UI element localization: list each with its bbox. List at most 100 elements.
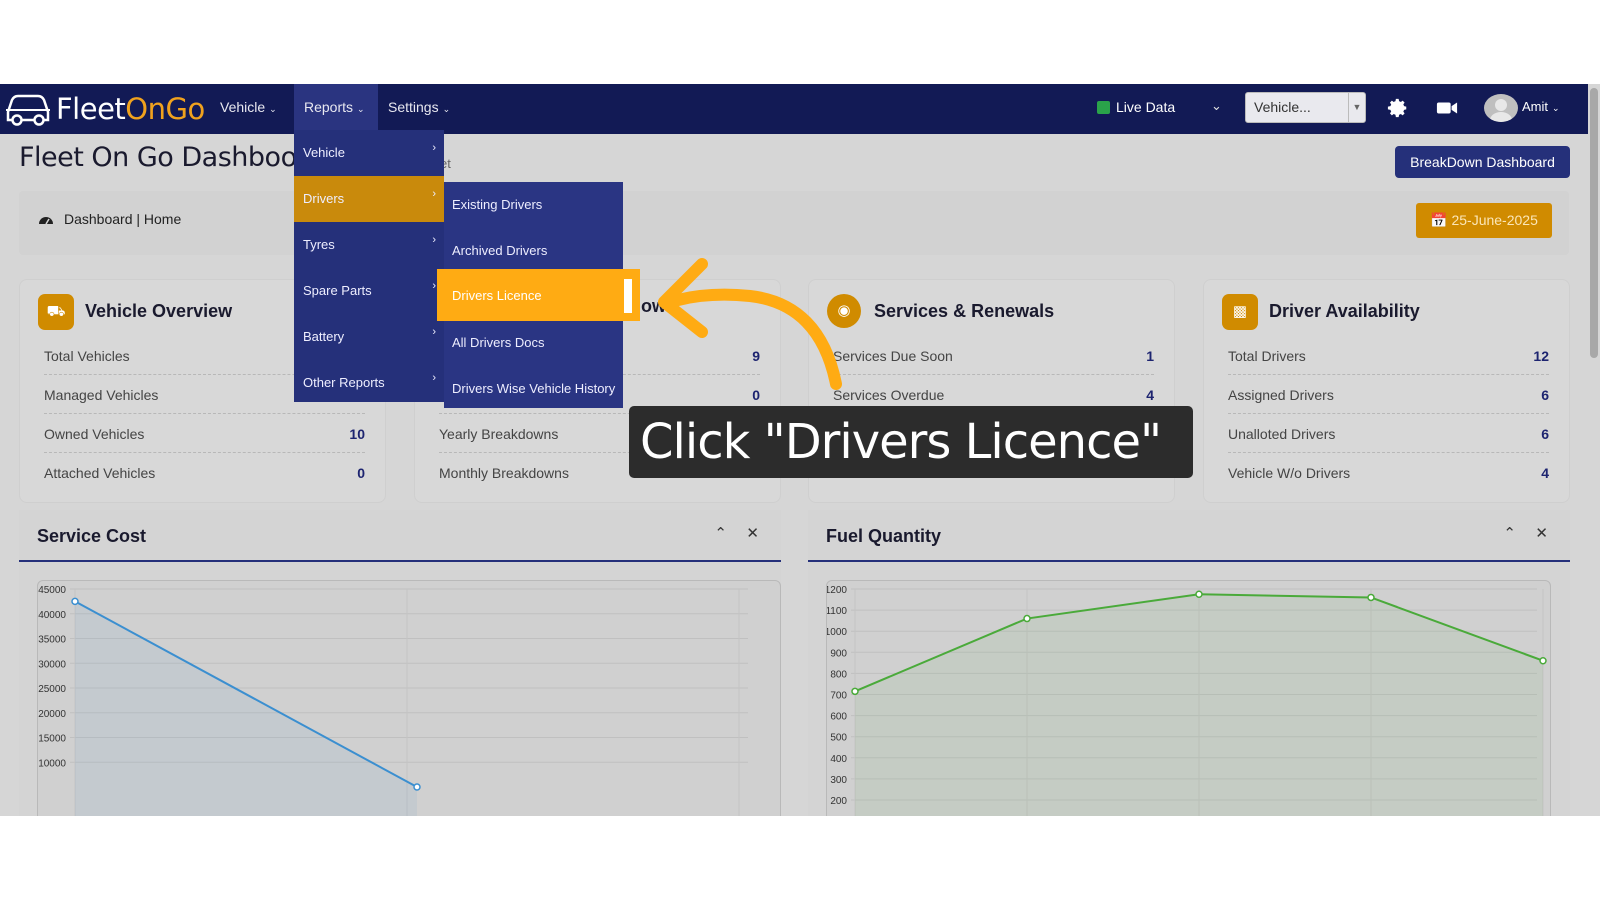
y-tick-label: 300	[830, 775, 847, 786]
chevron-right-icon: ›	[432, 234, 436, 246]
live-data-label: Live Data	[1116, 99, 1176, 115]
collapse-icon[interactable]: ⌃	[1503, 524, 1516, 542]
close-icon[interactable]: ✕	[746, 524, 759, 542]
stat-row[interactable]: Total Drivers 12	[1228, 336, 1549, 375]
series-area	[75, 601, 417, 816]
breadcrumb: Dashboard | Home	[38, 211, 181, 227]
user-name: Amit	[1522, 99, 1548, 114]
panel-title: Service Cost	[37, 526, 147, 546]
live-data-checkbox[interactable]	[1097, 100, 1110, 114]
submenu-item-all-drivers-docs[interactable]: All Drivers Docs	[444, 320, 623, 366]
reports-dropdown-menu: Vehicle › Drivers › Tyres › Spare Parts › Ba…	[294, 130, 444, 402]
nav-vehicle-menu[interactable]: Vehicle ⌄	[210, 84, 287, 134]
menu-item-vehicle[interactable]: Vehicle ›	[294, 130, 444, 176]
chevron-down-icon: ⌄	[269, 104, 277, 114]
chevron-right-icon: ›	[432, 188, 436, 200]
data-point	[1539, 656, 1547, 665]
data-point	[1367, 593, 1375, 602]
panel-title: Fuel Quantity	[826, 526, 942, 546]
nav-reports-label: Reports	[304, 99, 354, 115]
data-point	[413, 783, 421, 791]
card-title: Vehicle Overview	[85, 301, 233, 321]
submenu-item-archived-drivers[interactable]: Archived Drivers	[444, 228, 623, 274]
brand-logo[interactable]: FleetOnGo	[4, 92, 205, 126]
page-title: Fleet On Go Dashboo	[19, 142, 297, 173]
card-title: Driver Availability	[1269, 301, 1420, 321]
y-tick-label: 1000	[827, 627, 847, 638]
submenu-item-existing-drivers[interactable]: Existing Drivers	[444, 182, 623, 228]
tutorial-arrow-icon	[658, 258, 842, 390]
submenu-item-drivers-licence[interactable]: Drivers Licence	[437, 269, 640, 321]
page-scrollbar[interactable]	[1588, 84, 1600, 816]
series-area	[855, 594, 1543, 816]
live-data-toggle[interactable]: Live Data	[1097, 99, 1175, 115]
collapse-icon[interactable]: ⌃	[714, 524, 727, 542]
y-tick-label: 25000	[38, 684, 66, 695]
data-point	[71, 597, 79, 606]
fuel-quantity-chart: 200 300 400 500 600 700 800 900 1000 1100 1200	[825, 585, 1547, 816]
y-tick-label: 800	[830, 669, 847, 680]
y-tick-label: 15000	[38, 734, 66, 745]
submenu-item-drivers-wise-vehicle-history[interactable]: Drivers Wise Vehicle History	[444, 366, 623, 412]
menu-item-drivers[interactable]: Drivers ›	[294, 176, 444, 222]
highlight-cursor-marker	[624, 279, 632, 313]
stat-row[interactable]: Owned Vehicles 10	[44, 414, 365, 453]
y-tick-label: 500	[830, 733, 847, 744]
video-camera-icon[interactable]	[1436, 99, 1458, 117]
top-navbar: FleetOnGo Vehicle ⌄ Reports ⌄ Settings ⌄ Li…	[0, 84, 1600, 134]
stat-row[interactable]: Attached Vehicles 0	[44, 453, 365, 492]
menu-item-tyres[interactable]: Tyres ›	[294, 222, 444, 268]
y-tick-label: 700	[830, 691, 847, 702]
card-title: Services & Renewals	[874, 301, 1055, 321]
y-tick-label: 1100	[827, 606, 847, 617]
stat-row[interactable]: Assigned Drivers 6	[1228, 375, 1549, 414]
data-point	[1023, 614, 1031, 623]
stat-row[interactable]: Unalloted Drivers 6	[1228, 414, 1549, 453]
service-cost-chart-frame: 10000 15000 20000 25000 30000 35000 40000 45000	[37, 580, 781, 816]
menu-item-battery[interactable]: Battery ›	[294, 314, 444, 360]
y-tick-label: 200	[830, 796, 847, 807]
panel-header: Fuel Quantity ⌃ ✕	[808, 510, 1570, 562]
dashboard-gauge-icon	[39, 217, 53, 225]
y-tick-label: 35000	[38, 635, 66, 646]
user-menu[interactable]: Amit ⌄	[1522, 99, 1560, 114]
breakdown-dashboard-button[interactable]: BreakDown Dashboard	[1395, 146, 1570, 178]
scrollbar-thumb[interactable]	[1590, 88, 1598, 358]
chevron-down-icon: ⌄	[1552, 103, 1560, 113]
y-tick-label: 20000	[38, 709, 66, 720]
y-tick-label: 40000	[38, 610, 66, 621]
y-tick-label: 10000	[38, 758, 66, 769]
date-label: 25-June-2025	[1451, 212, 1538, 228]
stat-row[interactable]: Services Due Soon 1	[833, 336, 1154, 375]
vehicle-select[interactable]: Vehicle... ▼	[1245, 92, 1366, 123]
brand-name: FleetOnGo	[56, 92, 205, 126]
chevron-right-icon: ›	[432, 142, 436, 154]
y-tick-label: 900	[830, 648, 847, 659]
y-tick-label: 400	[830, 754, 847, 765]
chevron-right-icon: ›	[432, 372, 436, 384]
chevron-down-icon[interactable]: ⌄	[1211, 98, 1222, 114]
chevron-right-icon: ›	[432, 326, 436, 338]
nav-settings-label: Settings	[388, 99, 439, 115]
data-point	[1195, 590, 1203, 599]
truck-logo-icon	[6, 94, 50, 126]
close-icon[interactable]: ✕	[1535, 524, 1548, 542]
service-cost-chart: 10000 15000 20000 25000 30000 35000 40000 45000	[38, 585, 748, 816]
menu-item-other-reports[interactable]: Other Reports ›	[294, 360, 444, 406]
service-cost-panel: Service Cost ⌃ ✕ 10000 15000 20000 25000 300…	[19, 510, 781, 816]
menu-item-spare-parts[interactable]: Spare Parts ›	[294, 268, 444, 314]
avatar[interactable]	[1484, 94, 1518, 122]
fuel-quantity-chart-frame: 200 300 400 500 600 700 800 900 1000 1100 1200	[825, 580, 1551, 816]
y-tick-label: 45000	[38, 585, 66, 596]
chevron-down-icon: ⌄	[442, 104, 451, 114]
breadcrumb-text[interactable]: Dashboard | Home	[64, 211, 181, 227]
gear-icon[interactable]	[1387, 97, 1409, 119]
tutorial-callout: Click "Drivers Licence"	[629, 406, 1193, 478]
stat-row[interactable]: Vehicle W/o Drivers 4	[1228, 453, 1549, 492]
date-picker-button[interactable]: 📅 25-June-2025	[1416, 203, 1552, 238]
nav-reports-menu[interactable]: Reports ⌄	[294, 84, 378, 134]
nav-settings-menu[interactable]: Settings ⌄	[378, 84, 460, 134]
fuel-quantity-panel: Fuel Quantity ⌃ ✕ 200 300 400 500 600 700 800 9…	[808, 510, 1570, 816]
nav-vehicle-label: Vehicle	[220, 99, 266, 115]
driver-availability-card: ▩ Driver Availability Total Drivers 12 As…	[1203, 279, 1570, 503]
